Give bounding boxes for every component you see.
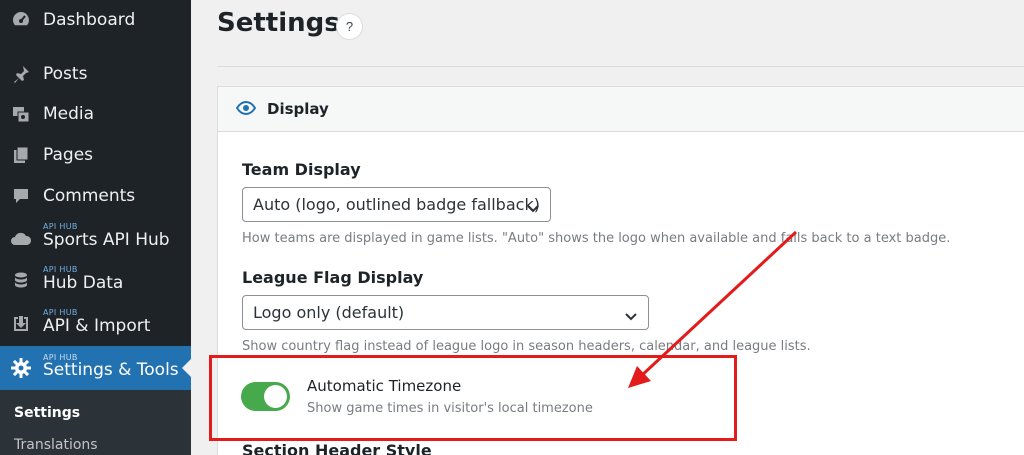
annotation-arrow <box>628 230 798 388</box>
